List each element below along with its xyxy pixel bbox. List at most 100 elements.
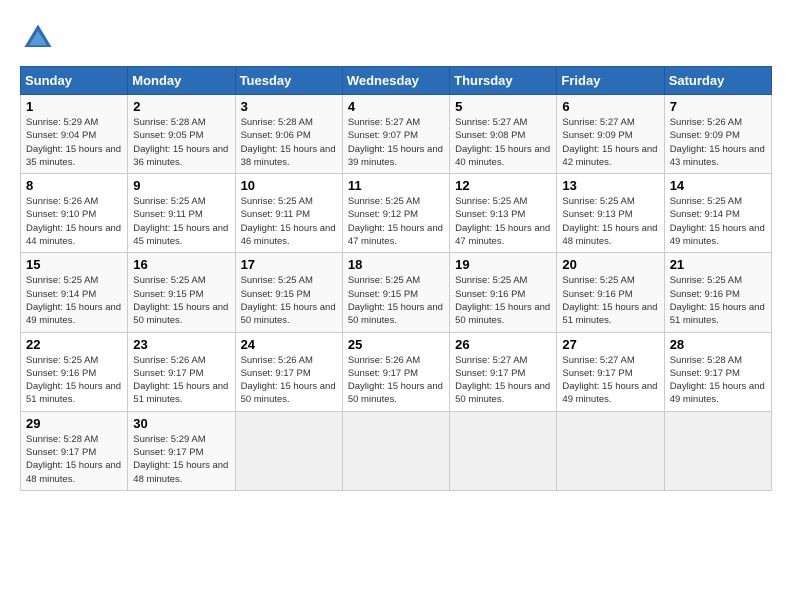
- calendar-cell: [664, 411, 771, 490]
- calendar-cell: 7 Sunrise: 5:26 AMSunset: 9:09 PMDaylight…: [664, 95, 771, 174]
- day-info: Sunrise: 5:25 AMSunset: 9:16 PMDaylight:…: [670, 274, 766, 327]
- day-info: Sunrise: 5:26 AMSunset: 9:17 PMDaylight:…: [133, 354, 229, 407]
- day-info: Sunrise: 5:26 AMSunset: 9:09 PMDaylight:…: [670, 116, 766, 169]
- calendar-cell: 4 Sunrise: 5:27 AMSunset: 9:07 PMDaylight…: [342, 95, 449, 174]
- day-header-thursday: Thursday: [450, 67, 557, 95]
- day-number: 7: [670, 99, 766, 114]
- calendar-cell: 13 Sunrise: 5:25 AMSunset: 9:13 PMDayligh…: [557, 174, 664, 253]
- calendar-cell: 9 Sunrise: 5:25 AMSunset: 9:11 PMDaylight…: [128, 174, 235, 253]
- day-number: 9: [133, 178, 229, 193]
- day-info: Sunrise: 5:27 AMSunset: 9:17 PMDaylight:…: [455, 354, 551, 407]
- header: [20, 20, 772, 56]
- day-number: 22: [26, 337, 122, 352]
- calendar-cell: [342, 411, 449, 490]
- day-info: Sunrise: 5:25 AMSunset: 9:11 PMDaylight:…: [133, 195, 229, 248]
- day-number: 2: [133, 99, 229, 114]
- day-info: Sunrise: 5:27 AMSunset: 9:07 PMDaylight:…: [348, 116, 444, 169]
- day-info: Sunrise: 5:28 AMSunset: 9:17 PMDaylight:…: [26, 433, 122, 486]
- calendar-cell: [557, 411, 664, 490]
- day-number: 17: [241, 257, 337, 272]
- day-number: 12: [455, 178, 551, 193]
- calendar-cell: 5 Sunrise: 5:27 AMSunset: 9:08 PMDaylight…: [450, 95, 557, 174]
- calendar-cell: 27 Sunrise: 5:27 AMSunset: 9:17 PMDayligh…: [557, 332, 664, 411]
- day-info: Sunrise: 5:25 AMSunset: 9:15 PMDaylight:…: [241, 274, 337, 327]
- day-info: Sunrise: 5:29 AMSunset: 9:04 PMDaylight:…: [26, 116, 122, 169]
- calendar-cell: 22 Sunrise: 5:25 AMSunset: 9:16 PMDayligh…: [21, 332, 128, 411]
- calendar-cell: [450, 411, 557, 490]
- day-number: 5: [455, 99, 551, 114]
- calendar-cell: 28 Sunrise: 5:28 AMSunset: 9:17 PMDayligh…: [664, 332, 771, 411]
- day-number: 13: [562, 178, 658, 193]
- day-number: 28: [670, 337, 766, 352]
- day-info: Sunrise: 5:25 AMSunset: 9:16 PMDaylight:…: [455, 274, 551, 327]
- calendar-week-row: 8Sunrise: 5:26 AMSunset: 9:10 PMDaylight…: [21, 174, 772, 253]
- day-info: Sunrise: 5:29 AMSunset: 9:17 PMDaylight:…: [133, 433, 229, 486]
- day-number: 18: [348, 257, 444, 272]
- logo: [20, 20, 60, 56]
- day-number: 10: [241, 178, 337, 193]
- day-info: Sunrise: 5:25 AMSunset: 9:15 PMDaylight:…: [133, 274, 229, 327]
- calendar-cell: 21 Sunrise: 5:25 AMSunset: 9:16 PMDayligh…: [664, 253, 771, 332]
- day-number: 14: [670, 178, 766, 193]
- day-number: 29: [26, 416, 122, 431]
- day-info: Sunrise: 5:25 AMSunset: 9:15 PMDaylight:…: [348, 274, 444, 327]
- day-number: 15: [26, 257, 122, 272]
- calendar-week-row: 22 Sunrise: 5:25 AMSunset: 9:16 PMDayligh…: [21, 332, 772, 411]
- calendar-week-row: 15 Sunrise: 5:25 AMSunset: 9:14 PMDayligh…: [21, 253, 772, 332]
- day-info: Sunrise: 5:25 AMSunset: 9:16 PMDaylight:…: [26, 354, 122, 407]
- calendar-cell: 8Sunrise: 5:26 AMSunset: 9:10 PMDaylight…: [21, 174, 128, 253]
- calendar-cell: 26Sunrise: 5:27 AMSunset: 9:17 PMDayligh…: [450, 332, 557, 411]
- day-info: Sunrise: 5:27 AMSunset: 9:09 PMDaylight:…: [562, 116, 658, 169]
- calendar-cell: 17 Sunrise: 5:25 AMSunset: 9:15 PMDayligh…: [235, 253, 342, 332]
- day-number: 1: [26, 99, 122, 114]
- calendar-cell: 10 Sunrise: 5:25 AMSunset: 9:11 PMDayligh…: [235, 174, 342, 253]
- calendar-week-row: 29 Sunrise: 5:28 AMSunset: 9:17 PMDayligh…: [21, 411, 772, 490]
- day-header-tuesday: Tuesday: [235, 67, 342, 95]
- calendar-cell: 1 Sunrise: 5:29 AMSunset: 9:04 PMDaylight…: [21, 95, 128, 174]
- calendar-cell: 14Sunrise: 5:25 AMSunset: 9:14 PMDayligh…: [664, 174, 771, 253]
- day-header-saturday: Saturday: [664, 67, 771, 95]
- day-info: Sunrise: 5:28 AMSunset: 9:06 PMDaylight:…: [241, 116, 337, 169]
- calendar-cell: 24 Sunrise: 5:26 AMSunset: 9:17 PMDayligh…: [235, 332, 342, 411]
- day-number: 25: [348, 337, 444, 352]
- day-number: 23: [133, 337, 229, 352]
- day-header-monday: Monday: [128, 67, 235, 95]
- day-number: 3: [241, 99, 337, 114]
- day-info: Sunrise: 5:25 AMSunset: 9:12 PMDaylight:…: [348, 195, 444, 248]
- day-info: Sunrise: 5:26 AMSunset: 9:17 PMDaylight:…: [241, 354, 337, 407]
- calendar-cell: 3 Sunrise: 5:28 AMSunset: 9:06 PMDaylight…: [235, 95, 342, 174]
- day-info: Sunrise: 5:25 AMSunset: 9:11 PMDaylight:…: [241, 195, 337, 248]
- calendar-cell: [235, 411, 342, 490]
- calendar-cell: 11 Sunrise: 5:25 AMSunset: 9:12 PMDayligh…: [342, 174, 449, 253]
- day-info: Sunrise: 5:25 AMSunset: 9:14 PMDaylight:…: [26, 274, 122, 327]
- calendar-cell: 15 Sunrise: 5:25 AMSunset: 9:14 PMDayligh…: [21, 253, 128, 332]
- calendar-cell: 18 Sunrise: 5:25 AMSunset: 9:15 PMDayligh…: [342, 253, 449, 332]
- calendar-cell: 2Sunrise: 5:28 AMSunset: 9:05 PMDaylight…: [128, 95, 235, 174]
- calendar-header-row: SundayMondayTuesdayWednesdayThursdayFrid…: [21, 67, 772, 95]
- calendar-week-row: 1 Sunrise: 5:29 AMSunset: 9:04 PMDaylight…: [21, 95, 772, 174]
- day-info: Sunrise: 5:27 AMSunset: 9:08 PMDaylight:…: [455, 116, 551, 169]
- logo-icon: [20, 20, 56, 56]
- day-number: 11: [348, 178, 444, 193]
- day-number: 16: [133, 257, 229, 272]
- calendar-cell: 30Sunrise: 5:29 AMSunset: 9:17 PMDayligh…: [128, 411, 235, 490]
- day-number: 6: [562, 99, 658, 114]
- calendar-cell: 20Sunrise: 5:25 AMSunset: 9:16 PMDayligh…: [557, 253, 664, 332]
- day-info: Sunrise: 5:27 AMSunset: 9:17 PMDaylight:…: [562, 354, 658, 407]
- day-number: 27: [562, 337, 658, 352]
- day-number: 4: [348, 99, 444, 114]
- day-info: Sunrise: 5:25 AMSunset: 9:16 PMDaylight:…: [562, 274, 658, 327]
- day-info: Sunrise: 5:25 AMSunset: 9:13 PMDaylight:…: [455, 195, 551, 248]
- day-number: 21: [670, 257, 766, 272]
- calendar-cell: 19Sunrise: 5:25 AMSunset: 9:16 PMDayligh…: [450, 253, 557, 332]
- day-number: 24: [241, 337, 337, 352]
- calendar-cell: 29 Sunrise: 5:28 AMSunset: 9:17 PMDayligh…: [21, 411, 128, 490]
- day-info: Sunrise: 5:26 AMSunset: 9:17 PMDaylight:…: [348, 354, 444, 407]
- day-info: Sunrise: 5:28 AMSunset: 9:17 PMDaylight:…: [670, 354, 766, 407]
- calendar-cell: 23 Sunrise: 5:26 AMSunset: 9:17 PMDayligh…: [128, 332, 235, 411]
- day-info: Sunrise: 5:25 AMSunset: 9:13 PMDaylight:…: [562, 195, 658, 248]
- day-header-wednesday: Wednesday: [342, 67, 449, 95]
- calendar-table: SundayMondayTuesdayWednesdayThursdayFrid…: [20, 66, 772, 491]
- calendar-cell: 12 Sunrise: 5:25 AMSunset: 9:13 PMDayligh…: [450, 174, 557, 253]
- calendar-cell: 16 Sunrise: 5:25 AMSunset: 9:15 PMDayligh…: [128, 253, 235, 332]
